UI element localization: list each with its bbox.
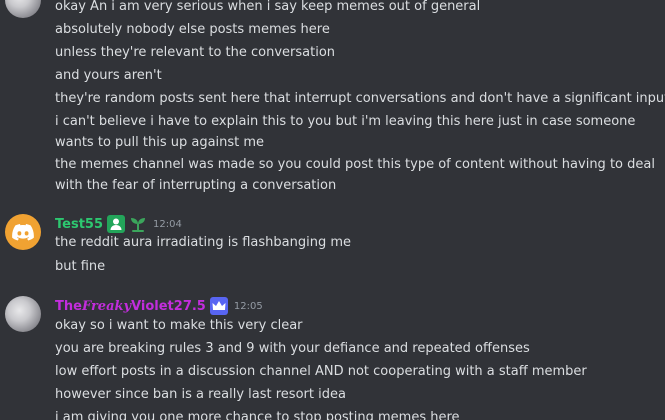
message-line: absolutely nobody else posts memes here <box>55 22 330 37</box>
message-header: TheFreakyViolet27.5 12:05 <box>55 297 263 315</box>
message-line: i can't believe i have to explain this t… <box>55 114 636 150</box>
message-line: but fine <box>55 259 106 274</box>
plant-badge-icon[interactable] <box>129 215 147 233</box>
timestamp[interactable]: 12:04 <box>153 219 182 230</box>
message-line: i am giving you one more chance to stop … <box>55 410 460 420</box>
message-line: okay An i am very serious when i say kee… <box>55 0 481 14</box>
message-line: low effort posts in a discussion channel… <box>55 364 587 379</box>
message-line: the reddit aura irradiating is flashbang… <box>55 235 352 250</box>
timestamp[interactable]: 12:05 <box>234 301 263 312</box>
avatar[interactable] <box>5 0 41 18</box>
member-badge-icon[interactable] <box>107 215 126 233</box>
message-line: unless they're relevant to the conversat… <box>55 45 336 60</box>
avatar[interactable] <box>5 296 41 332</box>
username-suffix: Violet27.5 <box>131 298 206 314</box>
username[interactable]: TheFreakyViolet27.5 <box>55 299 206 314</box>
avatar[interactable] <box>5 214 41 250</box>
discord-logo-icon <box>12 223 34 240</box>
username-fancy: Freaky <box>81 298 132 314</box>
username-prefix: The <box>55 298 82 314</box>
username[interactable]: Test55 <box>55 217 103 232</box>
chat-messages: okay An i am very serious when i say kee… <box>0 0 665 420</box>
message-line: you are breaking rules 3 and 9 with your… <box>55 341 530 356</box>
message-line: the memes channel was made so you could … <box>55 157 655 193</box>
message-line: okay so i want to make this very clear <box>55 318 303 333</box>
message-header: Test55 12:04 <box>55 215 182 233</box>
message-line: however since ban is a really last resor… <box>55 387 346 402</box>
crown-badge-icon[interactable] <box>209 297 228 315</box>
message-line: they're random posts sent here that inte… <box>55 91 665 106</box>
message-line: and yours aren't <box>55 68 162 83</box>
